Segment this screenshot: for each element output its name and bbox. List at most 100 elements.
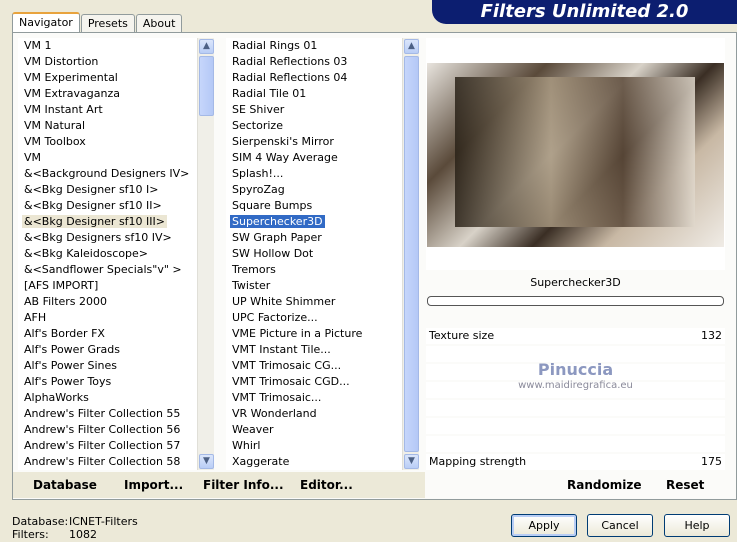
list-item[interactable]: VM Distortion — [18, 54, 197, 70]
reset-button[interactable]: Reset — [666, 478, 704, 492]
filter-info-button[interactable]: Filter Info... — [203, 478, 284, 492]
help-button[interactable]: Help — [664, 514, 730, 537]
list-item-label: Radial Reflections 03 — [232, 55, 348, 68]
apply-button[interactable]: Apply — [511, 514, 577, 537]
texture-size-slider[interactable]: Texture size 132 — [426, 328, 725, 344]
list-item[interactable]: Sectorize — [226, 118, 402, 134]
database-button[interactable]: Database — [33, 478, 97, 492]
list-item[interactable]: VM 1 — [18, 38, 197, 54]
editor-button[interactable]: Editor... — [300, 478, 353, 492]
list-item[interactable]: AlphaWorks — [18, 390, 197, 406]
list-item[interactable]: Square Bumps — [226, 198, 402, 214]
tab-presets[interactable]: Presets — [80, 14, 135, 33]
list-item[interactable]: SW Graph Paper — [226, 230, 402, 246]
list-item[interactable]: &<Sandflower Specials"v" > — [18, 262, 197, 278]
list-item[interactable]: &<Background Designers IV> — [18, 166, 197, 182]
list-item[interactable]: [AFS IMPORT] — [18, 278, 197, 294]
category-scrollbar[interactable]: ▲ ▼ — [197, 38, 214, 470]
list-item[interactable]: VMT Instant Tile... — [226, 342, 402, 358]
scroll-thumb[interactable] — [199, 56, 214, 116]
param-label: Texture size — [429, 329, 495, 342]
list-item[interactable]: Sierpenski's Mirror — [226, 134, 402, 150]
filter-scrollbar[interactable]: ▲ ▼ — [402, 38, 419, 470]
scroll-down-icon[interactable]: ▼ — [199, 454, 214, 469]
list-item-label: VM Distortion — [24, 55, 99, 68]
list-item[interactable]: AB Filters 2000 — [18, 294, 197, 310]
param-label: Mapping strength — [429, 455, 527, 468]
list-item-label: SIM 4 Way Average — [232, 151, 338, 164]
list-item[interactable]: Radial Reflections 03 — [226, 54, 402, 70]
scroll-up-icon[interactable]: ▲ — [199, 39, 214, 54]
list-item-label: Sectorize — [232, 119, 283, 132]
list-item[interactable]: &<Bkg Designer sf10 II> — [18, 198, 197, 214]
list-item[interactable]: &<Bkg Designers sf10 IV> — [18, 230, 197, 246]
import-button[interactable]: Import... — [124, 478, 183, 492]
list-item[interactable]: Andrew's Filter Collection 56 — [18, 422, 197, 438]
list-item-label: VR Wonderland — [232, 407, 317, 420]
list-item[interactable]: Alf's Power Grads — [18, 342, 197, 358]
database-value: ICNET-Filters — [69, 515, 138, 528]
list-item[interactable]: &<Bkg Designer sf10 I> — [18, 182, 197, 198]
list-item[interactable]: VM Extravaganza — [18, 86, 197, 102]
list-item-label: Square Bumps — [232, 199, 313, 212]
list-item[interactable]: Xaggerate — [226, 454, 402, 470]
list-item-label: AB Filters 2000 — [24, 295, 108, 308]
list-item[interactable]: Tremors — [226, 262, 402, 278]
list-item[interactable]: Twister — [226, 278, 402, 294]
cancel-button[interactable]: Cancel — [587, 514, 653, 537]
list-item[interactable]: Radial Rings 01 — [226, 38, 402, 54]
scroll-up-icon[interactable]: ▲ — [404, 39, 419, 54]
list-item[interactable]: &<Bkg Kaleidoscope> — [18, 246, 197, 262]
randomize-button[interactable]: Randomize — [567, 478, 641, 492]
list-item[interactable]: Alf's Border FX — [18, 326, 197, 342]
list-item-label: VM Experimental — [24, 71, 118, 84]
list-item-label: VM — [24, 151, 42, 164]
list-item[interactable]: Radial Reflections 04 — [226, 70, 402, 86]
filter-list[interactable]: Radial Rings 01 Radial Reflections 03 Radi… — [226, 38, 402, 470]
list-item[interactable]: Radial Tile 01 — [226, 86, 402, 102]
list-item[interactable]: VR Wonderland — [226, 406, 402, 422]
tab-navigator[interactable]: Navigator — [12, 12, 80, 33]
empty-slider — [426, 400, 725, 416]
scroll-down-icon[interactable]: ▼ — [404, 454, 419, 469]
list-item[interactable]: Splash!... — [226, 166, 402, 182]
list-item[interactable]: Alf's Power Toys — [18, 374, 197, 390]
list-item[interactable]: UPC Factorize... — [226, 310, 402, 326]
list-item[interactable]: Alf's Power Sines — [18, 358, 197, 374]
list-item[interactable]: Andrew's Filter Collection 55 — [18, 406, 197, 422]
list-item[interactable]: VMT Trimosaic CGD... — [226, 374, 402, 390]
list-item[interactable]: VME Picture in a Picture — [226, 326, 402, 342]
list-item[interactable]: SW Hollow Dot — [226, 246, 402, 262]
list-item[interactable]: Whirl — [226, 438, 402, 454]
list-item[interactable]: VM Instant Art — [18, 102, 197, 118]
list-item[interactable]: SIM 4 Way Average — [226, 150, 402, 166]
tab-bar: Navigator Presets About — [12, 12, 183, 33]
tab-about[interactable]: About — [135, 14, 183, 33]
list-item[interactable]: VM Natural — [18, 118, 197, 134]
list-item[interactable]: Superchecker3D — [226, 214, 402, 230]
list-item[interactable]: VMT Trimosaic... — [226, 390, 402, 406]
list-item[interactable]: SE Shiver — [226, 102, 402, 118]
list-item-label: VMT Trimosaic CG... — [232, 359, 342, 372]
list-item-label: VM Extravaganza — [24, 87, 121, 100]
list-item[interactable]: VM Toolbox — [18, 134, 197, 150]
list-item[interactable]: &<Bkg Designer sf10 III> — [18, 214, 197, 230]
category-list[interactable]: VM 1 VM Distortion VM Experimental VM Extra… — [18, 38, 197, 470]
list-item-label: &<Bkg Kaleidoscope> — [24, 247, 149, 260]
database-label: Database: — [12, 515, 69, 528]
list-item[interactable]: Andrew's Filter Collection 57 — [18, 438, 197, 454]
list-item[interactable]: VMT Trimosaic CG... — [226, 358, 402, 374]
list-item[interactable]: VM — [18, 150, 197, 166]
list-item[interactable]: UP White Shimmer — [226, 294, 402, 310]
list-item[interactable]: Weaver — [226, 422, 402, 438]
list-item[interactable]: Andrew's Filter Collection 58 — [18, 454, 197, 470]
list-item-label: Andrew's Filter Collection 57 — [24, 439, 181, 452]
list-item[interactable]: SpyroZag — [226, 182, 402, 198]
list-item-label: Alf's Border FX — [24, 327, 105, 340]
scroll-thumb[interactable] — [404, 56, 419, 452]
list-item[interactable]: VM Experimental — [18, 70, 197, 86]
list-item[interactable]: AFH — [18, 310, 197, 326]
list-item-label: VME Picture in a Picture — [232, 327, 363, 340]
list-item-label: Sierpenski's Mirror — [232, 135, 334, 148]
mapping-strength-slider[interactable]: Mapping strength 175 — [426, 454, 725, 470]
